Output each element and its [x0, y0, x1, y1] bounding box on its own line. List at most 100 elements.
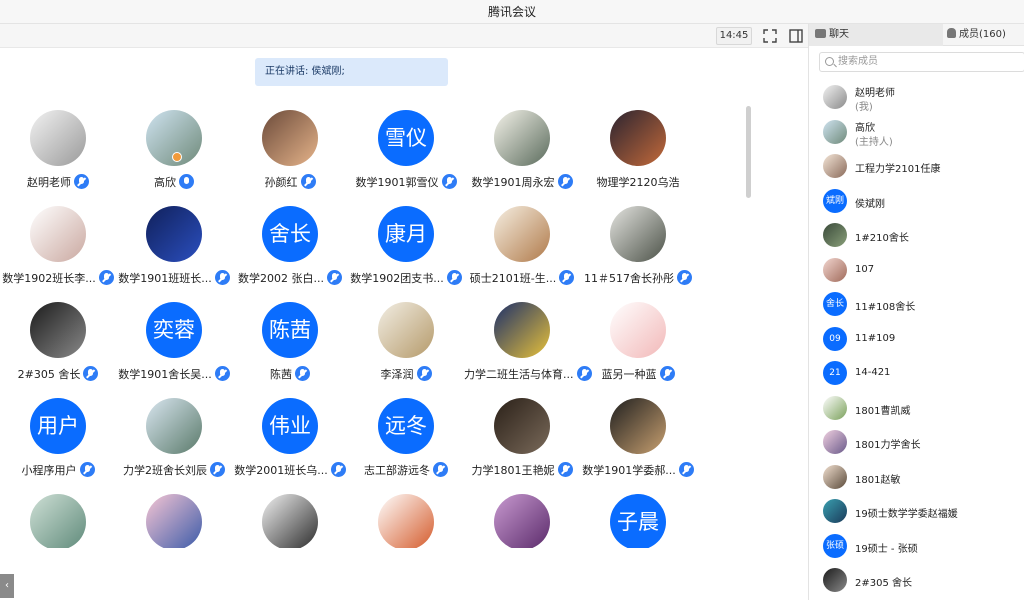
member-list-item[interactable]: 19硕士数学学委赵福媛 [809, 494, 1024, 528]
participant-name: 数学1901班班长... [116, 270, 232, 286]
participant-avatar [494, 206, 550, 262]
participant-tile[interactable]: 远冬 志工部游远冬 [348, 398, 464, 494]
participant-tile[interactable]: 数学1901学委郝... [580, 398, 696, 494]
member-name: 19硕士数学学委赵福媛 [855, 509, 958, 520]
fullscreen-icon[interactable] [762, 28, 778, 44]
member-list-item[interactable]: 107 [809, 253, 1024, 287]
member-list-item[interactable]: 1801曹凯威 [809, 391, 1024, 425]
participant-tile[interactable]: 数学1901班班长... [116, 206, 232, 302]
participant-tile[interactable]: 数学1901周永宏 [464, 110, 580, 206]
participant-name: 陈茜 [232, 366, 348, 382]
participant-tile[interactable]: 奕蓉数学1901舍长吴... [116, 302, 232, 398]
participant-name-text: 物理学2120乌浩 [596, 176, 680, 189]
member-role: (我) [855, 102, 873, 113]
participant-tile[interactable]: 硕士2101班-生... [464, 206, 580, 302]
member-list-item[interactable]: 张硕 19硕士 - 张硕 [809, 529, 1024, 563]
participant-name-text: 力学2班舍长刘辰 [123, 464, 207, 477]
participant-tile[interactable]: 力学2班舍长刘辰 [116, 398, 232, 494]
tab-chat-label: 聊天 [829, 29, 849, 40]
mic-muted-icon [433, 462, 448, 477]
member-list-item[interactable]: 高欣 (主持人) [809, 115, 1024, 149]
participant-tile[interactable]: 孙颜红 [232, 110, 348, 206]
participant-avatar [378, 494, 434, 548]
tab-members[interactable]: 成员(160) [943, 24, 1024, 46]
participant-tile[interactable]: 2#305 舍长 [0, 302, 116, 398]
participant-name-text: 数学1901班班长... [118, 272, 212, 285]
member-list-item[interactable]: 1#210舍长 [809, 218, 1024, 252]
gallery-scrollbar[interactable] [746, 106, 751, 198]
member-avatar [823, 257, 847, 282]
member-name: 19硕士 - 张硕 [855, 543, 918, 555]
participant-name-text: 陈茜 [270, 368, 292, 381]
mic-muted-icon [446, 270, 462, 285]
tab-chat[interactable]: 聊天 [809, 24, 943, 46]
member-list-item[interactable]: 斌刚 侯斌刚 [809, 184, 1024, 218]
participant-name: 高欣 [116, 174, 232, 190]
mic-muted-icon [210, 462, 225, 477]
participant-tile[interactable]: 11＃517舍长孙彤 [580, 206, 696, 302]
participant-avatar [610, 398, 666, 454]
participant-name: 李泽润 [348, 366, 464, 382]
participant-tile[interactable]: 物理学2120乌浩 [580, 110, 696, 206]
participant-tile[interactable]: 康月 数学1902团支书... [348, 206, 464, 302]
participant-name: 孙颜红 [232, 174, 348, 190]
participant-name: 小程序用户 [0, 462, 116, 478]
participant-avatar [610, 302, 666, 358]
participant-avatar [30, 206, 86, 262]
participant-tile[interactable] [116, 494, 232, 548]
member-list-item[interactable]: 舍长 11#108舍长 [809, 287, 1024, 321]
participant-name: 物理学2120乌浩 [580, 174, 696, 190]
participant-tile[interactable]: 李泽润 [348, 302, 464, 398]
layout-toggle-icon[interactable] [788, 28, 804, 44]
collapse-left-button[interactable]: ‹ [0, 574, 14, 598]
participant-tile[interactable]: 数学1902班长李... [0, 206, 116, 302]
member-list-item[interactable]: 工程力学2101任康 [809, 149, 1024, 183]
participant-tile[interactable]: 蓝另一种蓝 [580, 302, 696, 398]
participant-name-text: 数学1901郭雪仪 [355, 176, 439, 189]
participant-name-text: 力学1801王艳妮 [471, 464, 555, 477]
participant-tile[interactable]: 伟业 数学2001班长乌... [232, 398, 348, 494]
participant-tile[interactable] [348, 494, 464, 548]
mic-muted-icon [214, 366, 230, 381]
mic-muted-icon [79, 462, 95, 477]
member-list-item[interactable]: 1801力学舍长 [809, 425, 1024, 459]
sidebar-tabs: 聊天 成员(160) [809, 24, 1024, 46]
member-list-item[interactable]: 赵明老师 (我) [809, 80, 1024, 114]
mic-muted-icon [83, 366, 99, 381]
participant-tile[interactable] [232, 494, 348, 548]
participant-tile[interactable]: 力学1801王艳妮 [464, 398, 580, 494]
member-name: 1#210舍长 [855, 233, 909, 244]
participant-avatar: 陈茜 [262, 302, 318, 358]
participant-tile[interactable] [0, 494, 116, 548]
member-list-item[interactable]: 09 11#109 [809, 322, 1024, 356]
member-list-item[interactable]: 1801赵敏 [809, 460, 1024, 494]
participant-tile[interactable] [464, 494, 580, 548]
participant-tile[interactable]: 子晨 [580, 494, 696, 548]
participant-tile[interactable]: 力学二班生活与体育... [464, 302, 592, 398]
participant-tile[interactable]: 用户 小程序用户 [0, 398, 116, 494]
participant-grid: 赵明老师 高欣 孙颜红 雪仪 数学1901郭雪仪 数学1901周永宏 物理学2120乌浩 数学… [0, 110, 740, 548]
participant-name-text: 数学1901周永宏 [471, 176, 555, 189]
participant-name-text: 蓝另一种蓝 [601, 368, 657, 381]
mic-muted-icon [74, 174, 89, 189]
participant-tile[interactable]: 雪仪 数学1901郭雪仪 [348, 110, 464, 206]
participant-name: 数学1901郭雪仪 [348, 174, 464, 190]
participant-tile[interactable]: 高欣 [116, 110, 232, 206]
participant-name: 数学1901舍长吴... [116, 366, 232, 382]
search-placeholder: 搜索成员 [838, 56, 878, 67]
participant-tile[interactable]: 舍长 数学2002 张白... [232, 206, 348, 302]
participant-tile[interactable]: 赵明老师 [0, 110, 116, 206]
member-avatar [823, 430, 847, 454]
participant-tile[interactable]: 陈茜 陈茜 [232, 302, 348, 398]
participant-avatar [610, 206, 666, 262]
participant-name: 数学1902团支书... [348, 270, 464, 286]
member-search-input[interactable]: 搜索成员 [819, 52, 1024, 72]
member-list-item[interactable]: 2#305 舍长 [809, 563, 1024, 597]
member-list-item[interactable]: 21 14-421 [809, 356, 1024, 390]
member-name: 赵明老师 [855, 88, 895, 99]
participant-avatar [494, 398, 550, 454]
participant-name-text: 赵明老师 [27, 176, 71, 189]
member-avatar [823, 464, 847, 489]
participant-avatar: 奕蓉 [146, 302, 202, 358]
participant-avatar [30, 494, 86, 548]
